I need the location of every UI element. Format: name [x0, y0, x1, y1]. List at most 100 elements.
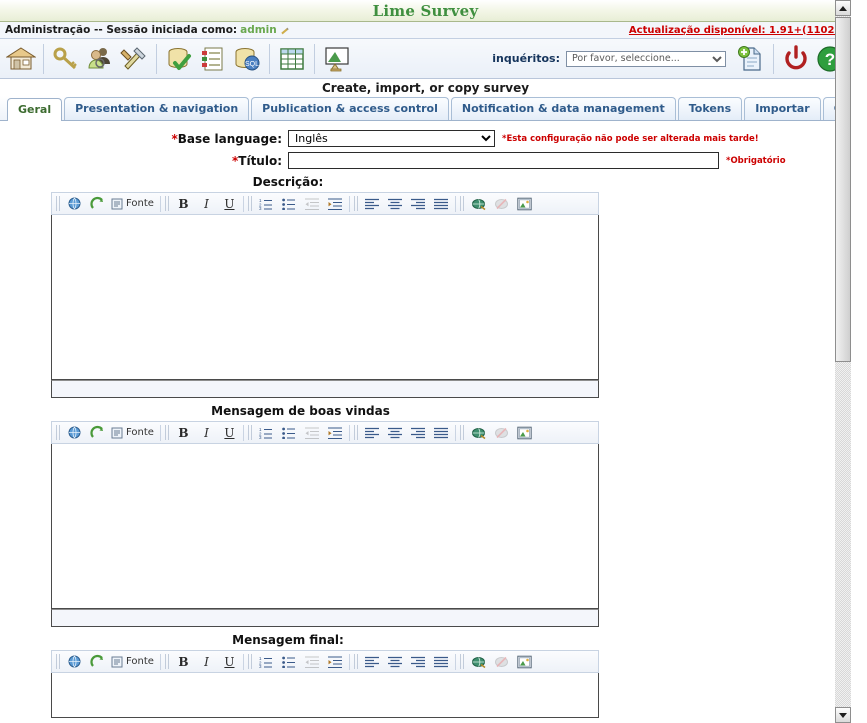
align-justify-button[interactable]: [430, 423, 453, 442]
toolbar-grip[interactable]: [459, 196, 465, 211]
users-icon[interactable]: [83, 42, 117, 76]
indent-button[interactable]: [324, 194, 347, 213]
indent-button[interactable]: [324, 423, 347, 442]
scrollbar-thumb[interactable]: [835, 17, 851, 362]
toolbar-grip[interactable]: [56, 196, 61, 211]
underline-button[interactable]: U: [218, 423, 241, 442]
toolbar-grip[interactable]: [353, 196, 359, 211]
preview-globe-icon[interactable]: [63, 423, 86, 442]
scroll-down-icon[interactable]: [835, 707, 851, 723]
align-right-button[interactable]: [407, 652, 430, 671]
toolbar-grip[interactable]: [247, 654, 253, 669]
new-document-icon[interactable]: [734, 42, 768, 76]
numbered-list-button[interactable]: 123: [255, 194, 278, 213]
scroll-up-icon[interactable]: [835, 0, 851, 16]
bulleted-list-button[interactable]: [278, 194, 301, 213]
preview-globe-icon[interactable]: [63, 652, 86, 671]
power-logout-icon[interactable]: [779, 42, 813, 76]
monitor-icon[interactable]: [320, 42, 354, 76]
unlink-icon[interactable]: [490, 423, 513, 442]
source-button[interactable]: Fonte: [109, 652, 158, 671]
database-sql-icon[interactable]: SQL: [230, 42, 264, 76]
toolbar-grip[interactable]: [353, 654, 359, 669]
list-document-icon[interactable]: [196, 42, 230, 76]
toolbar-grip[interactable]: [56, 654, 61, 669]
align-right-button[interactable]: [407, 194, 430, 213]
align-center-button[interactable]: [384, 652, 407, 671]
underline-button[interactable]: U: [218, 652, 241, 671]
italic-button[interactable]: I: [195, 194, 218, 213]
tab-geral[interactable]: Geral: [7, 98, 63, 121]
toolbar-grip[interactable]: [164, 654, 170, 669]
insert-link-icon[interactable]: [467, 423, 490, 442]
align-center-button[interactable]: [384, 423, 407, 442]
update-available-link[interactable]: Actualização disponível: 1.91+(11026): [629, 25, 846, 36]
survey-select[interactable]: Por favor, seleccione...: [566, 50, 726, 67]
bulleted-list-button[interactable]: [278, 652, 301, 671]
align-justify-button[interactable]: [430, 652, 453, 671]
underline-button[interactable]: U: [218, 194, 241, 213]
mensagem-final-editor: Fonte B I U 123: [51, 650, 599, 718]
outdent-button[interactable]: [301, 652, 324, 671]
source-button[interactable]: Fonte: [109, 423, 158, 442]
boas-vindas-editor-statusbar: [51, 609, 599, 627]
base-language-select[interactable]: Inglês: [288, 130, 495, 147]
italic-button[interactable]: I: [195, 652, 218, 671]
insert-link-icon[interactable]: [467, 652, 490, 671]
session-username[interactable]: admin: [240, 24, 277, 36]
align-left-button[interactable]: [361, 423, 384, 442]
tools-icon[interactable]: [117, 42, 151, 76]
svg-text:3: 3: [259, 206, 262, 210]
tab-presentation-navigation[interactable]: Presentation & navigation: [64, 97, 250, 120]
toolbar-grip[interactable]: [247, 196, 253, 211]
home-icon[interactable]: [4, 42, 38, 76]
toolbar-grip[interactable]: [56, 425, 61, 440]
toolbar-grip[interactable]: [353, 425, 359, 440]
unlink-icon[interactable]: [490, 194, 513, 213]
bold-button[interactable]: B: [172, 194, 195, 213]
toolbar-grip[interactable]: [164, 425, 170, 440]
edit-pencil-icon[interactable]: [280, 26, 289, 35]
key-icon[interactable]: [49, 42, 83, 76]
toolbar-grip[interactable]: [459, 425, 465, 440]
unlink-icon[interactable]: [490, 652, 513, 671]
italic-button[interactable]: I: [195, 423, 218, 442]
toolbar-grip[interactable]: [459, 654, 465, 669]
align-center-button[interactable]: [384, 194, 407, 213]
insert-image-icon[interactable]: [513, 423, 536, 442]
numbered-list-button[interactable]: 123: [255, 652, 278, 671]
bulleted-list-button[interactable]: [278, 423, 301, 442]
descricao-editor-body[interactable]: [51, 215, 599, 380]
numbered-list-button[interactable]: 123: [255, 423, 278, 442]
survey-title-input[interactable]: [288, 152, 719, 169]
page-scrollbar[interactable]: [835, 0, 851, 723]
insert-link-icon[interactable]: [467, 194, 490, 213]
scroll-down-triangle: [839, 712, 847, 718]
tab-tokens[interactable]: Tokens: [677, 97, 743, 120]
tab-notification-data-management[interactable]: Notification & data management: [450, 97, 676, 120]
indent-button[interactable]: [324, 652, 347, 671]
database-check-icon[interactable]: [162, 42, 196, 76]
toolbar-grip[interactable]: [164, 196, 170, 211]
grid-table-icon[interactable]: [275, 42, 309, 76]
align-left-button[interactable]: [361, 652, 384, 671]
source-button[interactable]: Fonte: [109, 194, 158, 213]
mensagem-final-editor-body[interactable]: [51, 673, 599, 718]
align-right-button[interactable]: [407, 423, 430, 442]
bold-button[interactable]: B: [172, 423, 195, 442]
paste-word-icon[interactable]: [86, 423, 109, 442]
bold-button[interactable]: B: [172, 652, 195, 671]
insert-image-icon[interactable]: [513, 194, 536, 213]
tab-importar[interactable]: Importar: [744, 97, 821, 120]
outdent-button[interactable]: [301, 423, 324, 442]
align-left-button[interactable]: [361, 194, 384, 213]
toolbar-grip[interactable]: [247, 425, 253, 440]
tab-publication-access-control[interactable]: Publication & access control: [251, 97, 449, 120]
paste-word-icon[interactable]: [86, 194, 109, 213]
preview-globe-icon[interactable]: [63, 194, 86, 213]
insert-image-icon[interactable]: [513, 652, 536, 671]
boas-vindas-editor-body[interactable]: [51, 444, 599, 609]
paste-word-icon[interactable]: [86, 652, 109, 671]
outdent-button[interactable]: [301, 194, 324, 213]
align-justify-button[interactable]: [430, 194, 453, 213]
